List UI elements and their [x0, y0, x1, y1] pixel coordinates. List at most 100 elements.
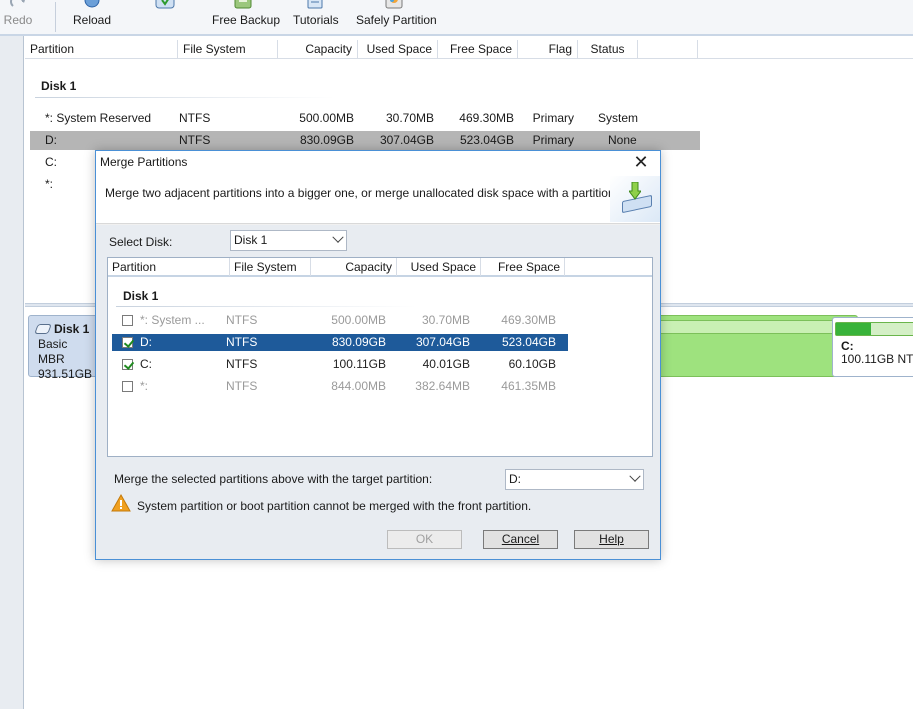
backup-icon [234, 0, 252, 9]
partition-usage-bar [835, 322, 913, 336]
disk-name-row: Disk 1 [34, 322, 97, 337]
column-header-used-space[interactable]: Used Space [358, 40, 438, 59]
tutorials-button[interactable]: Tutorials [293, 0, 339, 34]
cancel-button[interactable]: Cancel [483, 530, 558, 549]
merge-target-value: D: [509, 472, 521, 486]
safely-partition-icon [385, 0, 403, 9]
column-header-file-system[interactable]: File System [230, 258, 311, 276]
close-icon[interactable]: ✕ [632, 153, 650, 171]
capacity: 830.09GB [299, 133, 354, 147]
merge-icon [610, 176, 660, 222]
dialog-body: Select Disk: Disk 1 Partition File Syste… [96, 225, 660, 559]
free-backup-button[interactable]: Free Backup [212, 0, 280, 34]
reload-label: Reload [72, 13, 112, 27]
table-row[interactable]: *: System Reserved NTFS 500.00MB 30.70MB… [30, 109, 700, 128]
list-item[interactable]: D: NTFS 830.09GB 307.04GB 523.04GB [112, 334, 568, 351]
checkbox-checked[interactable] [122, 359, 133, 370]
select-disk-dropdown[interactable]: Disk 1 [230, 230, 347, 251]
merge-target-dropdown[interactable]: D: [505, 469, 644, 490]
list-item[interactable]: *: System ... NTFS 500.00MB 30.70MB 469.… [112, 312, 568, 329]
capacity: 830.09GB [331, 335, 386, 349]
file-system: NTFS [226, 335, 258, 349]
partition-list-header: Partition File System Capacity Used Spac… [108, 258, 652, 277]
flag: Primary [532, 111, 574, 125]
disk-group-divider [116, 306, 416, 307]
capacity: 500.00MB [299, 111, 354, 125]
file-system: NTFS [226, 313, 258, 327]
column-header-file-system[interactable]: File System [178, 40, 278, 59]
free-space: 469.30MB [459, 111, 514, 125]
used-space: 30.70MB [385, 111, 434, 125]
column-header-status[interactable]: Status [578, 40, 638, 59]
file-system: NTFS [179, 133, 211, 147]
partition-name: C: [140, 357, 152, 371]
merge-arrow-icon [629, 182, 641, 200]
cancel-button-label: Cancel [501, 532, 540, 546]
column-header-used-space[interactable]: Used Space [397, 258, 481, 276]
column-header-capacity[interactable]: Capacity [278, 40, 358, 59]
free-space: 523.04GB [501, 335, 556, 349]
free-space: 60.10GB [508, 357, 556, 371]
disk-tool-button[interactable] [152, 0, 178, 34]
disk-size: 931.51GB [38, 367, 93, 381]
column-header-partition[interactable]: Partition [25, 40, 178, 59]
partition-name: D: [140, 335, 152, 349]
help-button-label: Help [599, 532, 624, 546]
select-disk-label: Select Disk: [109, 235, 173, 249]
merge-partitions-dialog: Merge Partitions ✕ Merge two adjacent pa… [95, 150, 661, 560]
disk-group-divider [35, 97, 335, 98]
flag: Primary [532, 133, 574, 147]
toolbar-separator [55, 2, 56, 32]
reload-button[interactable]: Reload [70, 0, 114, 34]
partition-info: 100.11GB NTFS [841, 352, 913, 366]
chevron-down-icon [629, 470, 641, 482]
toolbar: Redo Reload Free Backup Tutorials Safely… [0, 0, 913, 36]
column-header-free-space[interactable]: Free Space [481, 258, 565, 276]
capacity: 844.00MB [331, 379, 386, 393]
tutorials-label: Tutorials [293, 13, 339, 27]
redo-icon [10, 0, 25, 7]
select-disk-value: Disk 1 [234, 233, 268, 247]
checkbox[interactable] [122, 315, 133, 326]
checkbox[interactable] [122, 381, 133, 392]
disk-group-title: Disk 1 [123, 289, 159, 303]
partition-name: *: [45, 177, 54, 191]
warning-icon [111, 494, 131, 512]
list-item[interactable]: *: NTFS 844.00MB 382.64MB 461.35MB [112, 378, 568, 395]
column-header-partition[interactable]: Partition [108, 258, 230, 276]
partition-block-c[interactable]: C: 100.11GB NTFS [832, 317, 913, 377]
used-space: 30.70MB [421, 313, 470, 327]
free-space: 523.04GB [459, 133, 514, 147]
tutorials-icon [307, 0, 323, 9]
status: System [598, 111, 639, 125]
partition-usage-fill [836, 323, 872, 335]
safely-partition-button[interactable]: Safely Partition [356, 0, 437, 34]
file-system: NTFS [179, 111, 211, 125]
dialog-banner: Merge two adjacent partitions into a big… [96, 175, 660, 224]
dialog-description: Merge two adjacent partitions into a big… [105, 186, 618, 200]
checkbox-checked[interactable] [122, 337, 133, 348]
column-header-capacity[interactable]: Capacity [311, 258, 397, 276]
used-space: 40.01GB [422, 357, 470, 371]
partition-name: *: System Reserved [45, 111, 152, 125]
partition-name: *: System ... [140, 313, 205, 327]
list-item[interactable]: C: NTFS 100.11GB 40.01GB 60.10GB [112, 356, 568, 373]
ok-button[interactable]: OK [387, 530, 462, 549]
column-header-free-space[interactable]: Free Space [438, 40, 518, 59]
used-space: 382.64MB [415, 379, 470, 393]
disk-info-block[interactable]: Disk 1 Basic MBR 931.51GB [28, 315, 98, 381]
partition-list: Partition File System Capacity Used Spac… [107, 257, 653, 457]
free-space: 461.35MB [501, 379, 556, 393]
redo-button[interactable]: Redo [2, 0, 34, 34]
help-button[interactable]: Help [574, 530, 649, 549]
disk-icon [155, 0, 175, 9]
dialog-title: Merge Partitions [100, 155, 188, 169]
status: None [608, 133, 637, 147]
column-header-flag[interactable]: Flag [518, 40, 578, 59]
disk-group-title: Disk 1 [41, 79, 77, 93]
ok-button-label: OK [415, 532, 434, 546]
dialog-title-bar[interactable]: Merge Partitions ✕ [96, 151, 660, 175]
disk-type: Basic MBR [38, 337, 68, 366]
table-row[interactable]: D: NTFS 830.09GB 307.04GB 523.04GB Prima… [30, 131, 700, 150]
capacity: 100.11GB [332, 357, 386, 371]
